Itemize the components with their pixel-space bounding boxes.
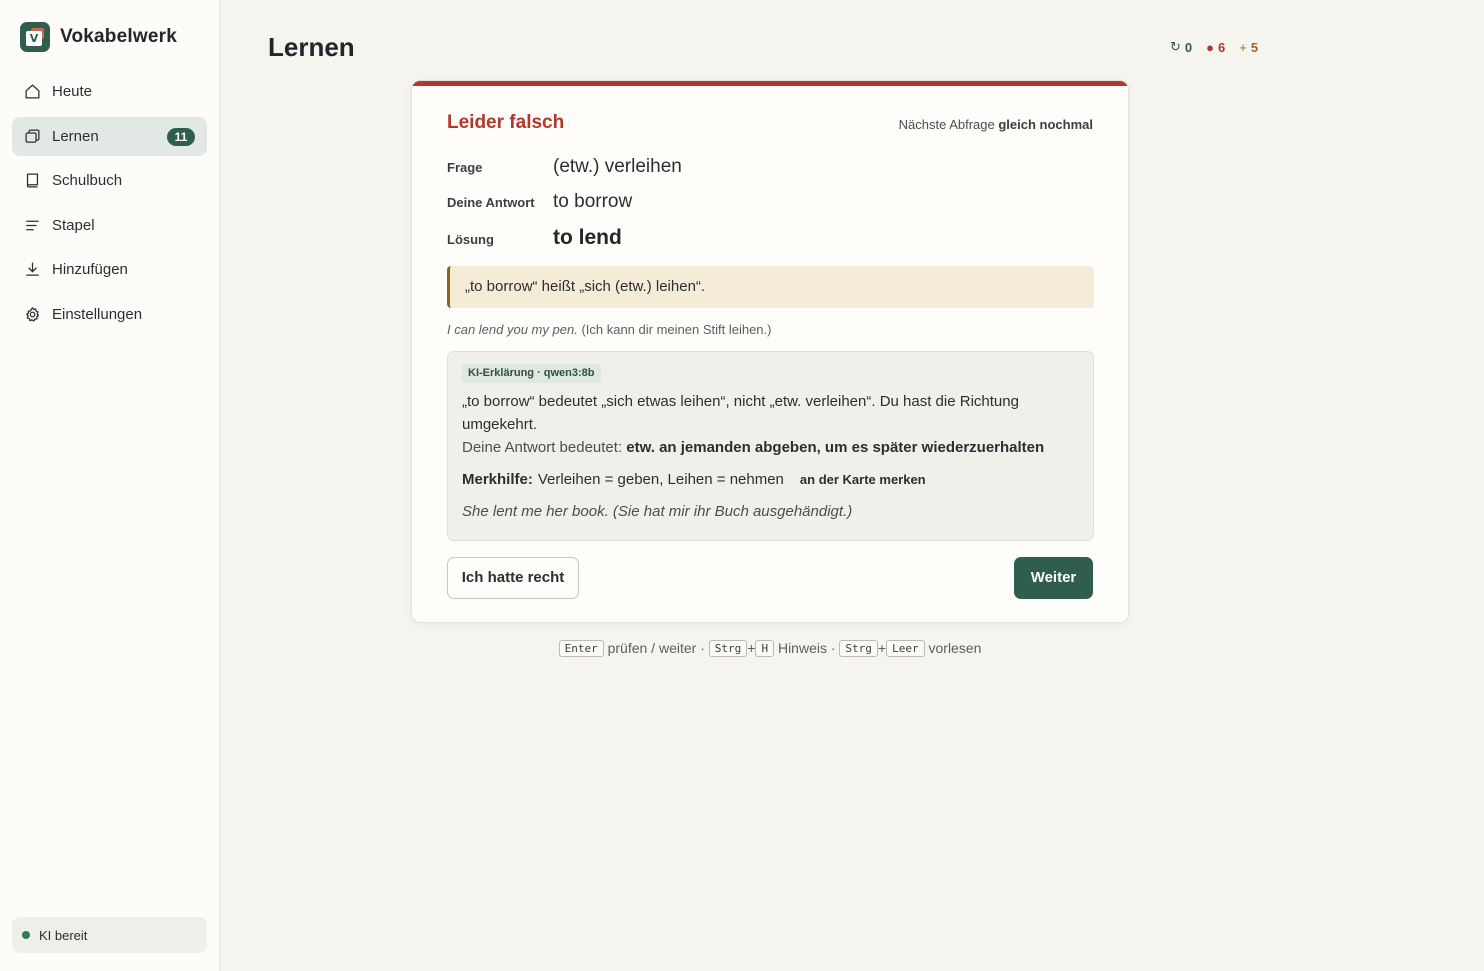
result-indicator-bar xyxy=(412,81,1128,86)
gear-icon xyxy=(24,306,41,323)
book-icon xyxy=(24,172,41,189)
solution-label: Lösung xyxy=(447,232,494,247)
status-dot-icon xyxy=(22,931,30,939)
example-sentence: I can lend you my pen. (Ich kann dir mei… xyxy=(447,322,771,337)
ai-explanation-text: „to borrow“ bedeutet „sich etwas leihen“… xyxy=(462,393,1019,433)
hint-box: „to borrow“ heißt „sich (etw.) leihen“. xyxy=(447,266,1094,308)
next-query-info: Nächste Abfrage gleich nochmal xyxy=(899,117,1093,132)
nav-item-label: Hinzufügen xyxy=(52,261,128,278)
enter-key: Enter xyxy=(558,640,604,657)
dot-icon: ● xyxy=(1206,39,1214,55)
example-german: (Ich kann dir meinen Stift leihen.) xyxy=(581,322,772,337)
question-row: Frage (etw.) verleihen xyxy=(447,156,682,178)
next-query-label: Nächste Abfrage xyxy=(898,117,995,132)
nav-item-heute[interactable]: Heute xyxy=(12,72,207,111)
question-label: Frage xyxy=(447,160,483,175)
next-query-value: gleich nochmal xyxy=(998,117,1093,132)
main-nav: Heute Lernen 11 Schulbuch Stapel Hinzufü… xyxy=(12,72,207,339)
new-count: 5 xyxy=(1250,39,1259,55)
ai-model-tag: KI-Erklärung · qwen3:8b xyxy=(462,364,601,383)
solution-text: to lend xyxy=(553,226,622,249)
mnemonic-label: Merkhilfe: xyxy=(462,471,533,488)
nav-item-label: Schulbuch xyxy=(52,172,123,189)
answer-label: Deine Antwort xyxy=(447,195,535,210)
ai-example-sentence: She lent me her book. (Sie hat mir ihr B… xyxy=(462,503,853,520)
ctrl-key: Strg xyxy=(839,640,878,657)
solution-row: Lösung to lend xyxy=(447,226,622,250)
answer-row: Deine Antwort to borrow xyxy=(447,191,632,213)
wrong-count-stat: ● 6 xyxy=(1206,39,1225,55)
nav-item-label: Stapel xyxy=(52,216,95,234)
wrong-count: 6 xyxy=(1218,39,1226,55)
mnemonic-text: Verleihen = geben, Leihen = nehmen xyxy=(537,471,784,488)
session-stats: ↻ 0 ● 6 + 5 xyxy=(1170,39,1272,55)
download-icon xyxy=(24,261,41,278)
hint-action: Hinweis · xyxy=(777,640,836,656)
home-icon xyxy=(24,83,41,100)
refresh-icon: ↻ xyxy=(1170,39,1181,54)
review-count-stat: ↻ 0 xyxy=(1170,39,1192,55)
space-key: Leer xyxy=(886,640,925,657)
review-count: 0 xyxy=(1184,39,1193,55)
plus-icon: + xyxy=(1239,39,1247,55)
page-title: Lernen xyxy=(268,32,355,62)
ctrl-key: Strg xyxy=(708,640,748,657)
ki-status-label: KI bereit xyxy=(39,927,88,943)
question-text: (etw.) verleihen xyxy=(553,156,682,177)
ki-status-indicator: KI bereit xyxy=(12,917,207,953)
sidebar: V Vokabelwerk Heute Lernen 11 Schulbuch xyxy=(0,0,220,971)
nav-item-label: Heute xyxy=(52,83,93,100)
result-title: Leider falsch xyxy=(447,112,565,133)
list-icon xyxy=(24,217,41,234)
user-answer: to borrow xyxy=(553,191,633,212)
new-count-stat: + 5 xyxy=(1239,39,1258,55)
read-aloud-action: vorlesen xyxy=(928,640,982,656)
ai-meaning-value: etw. an jemanden abgeben, um es später w… xyxy=(626,439,1045,456)
nav-item-lernen[interactable]: Lernen 11 xyxy=(12,116,207,156)
ai-explanation-box: KI-Erklärung · qwen3:8b „to borrow“ bede… xyxy=(447,351,1094,541)
i-was-right-button[interactable]: Ich hatte recht xyxy=(447,557,579,599)
keyboard-shortcuts: Enter prüfen / weiter · Strg + H Hinweis ·… xyxy=(0,640,1484,657)
plus-sign: + xyxy=(877,640,887,656)
example-english: I can lend you my pen. xyxy=(447,322,578,337)
nav-item-stapel[interactable]: Stapel xyxy=(12,206,207,245)
next-button[interactable]: Weiter xyxy=(1014,557,1093,599)
remember-on-card-link[interactable]: an der Karte merken xyxy=(800,472,926,487)
nav-item-hinzufuegen[interactable]: Hinzufügen xyxy=(12,250,207,289)
plus-sign: + xyxy=(747,640,756,656)
ai-mnemonic: Merkhilfe: Verleihen = geben, Leihen = n… xyxy=(462,471,926,488)
app-name: Vokabelwerk xyxy=(60,26,177,47)
brand[interactable]: V Vokabelwerk xyxy=(20,22,177,52)
h-key: H xyxy=(755,640,775,657)
nav-item-einstellungen[interactable]: Einstellungen xyxy=(12,295,207,334)
cards-icon xyxy=(24,128,41,145)
ai-answer-meaning: Deine Antwort bedeutet: etw. an jemanden… xyxy=(462,439,1044,456)
due-count-badge: 11 xyxy=(167,127,195,146)
ai-meaning-label: Deine Antwort bedeutet: xyxy=(462,439,623,456)
enter-action: prüfen / weiter · xyxy=(607,640,705,656)
nav-item-label: Lernen xyxy=(52,127,99,145)
nav-item-schulbuch[interactable]: Schulbuch xyxy=(12,161,207,200)
nav-item-label: Einstellungen xyxy=(52,305,143,323)
review-card: Leider falsch Nächste Abfrage gleich noc… xyxy=(411,80,1129,623)
app-logo-icon: V xyxy=(20,22,50,52)
